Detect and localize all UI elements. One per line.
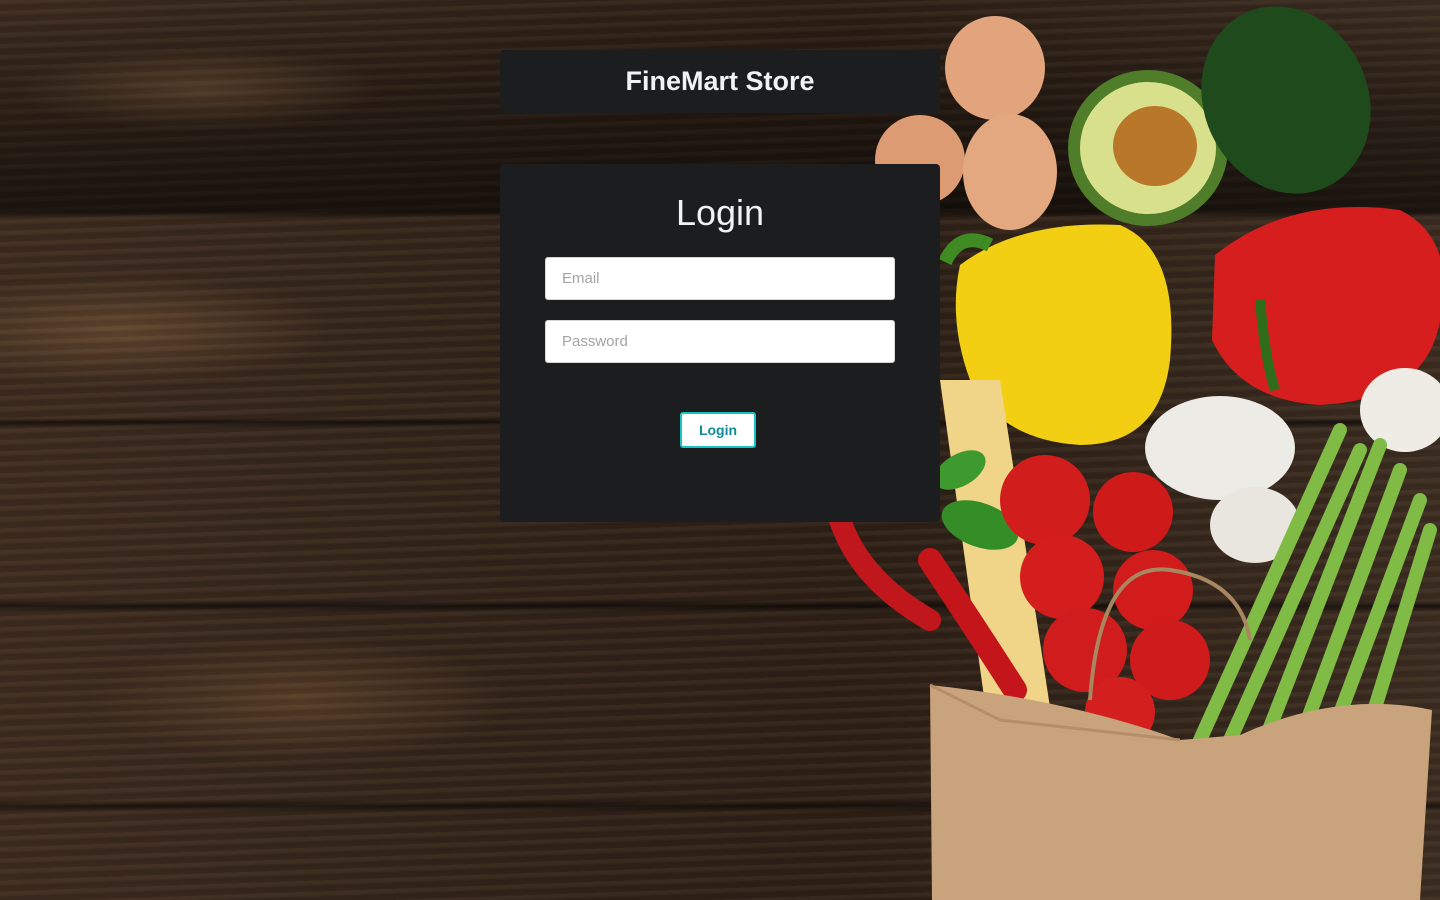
password-field[interactable] <box>545 320 895 363</box>
email-field[interactable] <box>545 257 895 300</box>
tomato <box>1000 455 1090 545</box>
egg <box>945 16 1045 120</box>
store-title: FineMart Store <box>625 66 815 96</box>
login-button[interactable]: Login <box>680 412 756 448</box>
mushroom <box>1145 396 1295 500</box>
login-card: Login Login <box>500 164 940 522</box>
tomato <box>1113 550 1193 630</box>
login-heading: Login <box>675 192 765 233</box>
chili-pepper <box>829 509 941 631</box>
tomato <box>1020 535 1104 619</box>
tomato <box>1093 472 1173 552</box>
store-header: FineMart Store <box>500 50 940 113</box>
egg <box>963 114 1057 230</box>
paper-bag <box>930 685 1432 900</box>
